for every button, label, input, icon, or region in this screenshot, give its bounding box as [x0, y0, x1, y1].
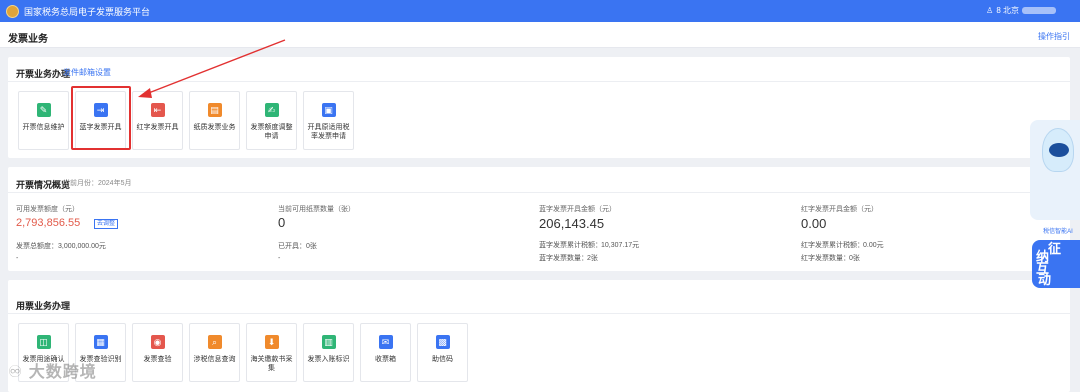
- tile-label: 海关缴款书采集: [250, 356, 293, 372]
- available-quota-label: 可用发票额度（元）: [16, 206, 79, 213]
- tile-receipt-box[interactable]: ✉ 收票箱: [360, 323, 411, 382]
- tile-label: 开票信息维护: [22, 124, 65, 131]
- qr-code-icon: ▩: [435, 335, 450, 349]
- tile-invoice-booking-mark[interactable]: ▥ 发票入账标识: [303, 323, 354, 382]
- current-period: 当前月份：2024年5月: [63, 180, 132, 187]
- paper-count-label: 当前可用纸票数量（张）: [278, 206, 355, 213]
- booking-icon: ▥: [321, 335, 336, 349]
- user-icon: ♙: [986, 6, 994, 15]
- tile-red-invoice-issue[interactable]: ⇤ 红字发票开具: [132, 91, 183, 150]
- issue-section-title: 开票业务办理: [16, 69, 71, 79]
- document-icon: ▣: [321, 103, 336, 117]
- paper-invoice-icon: ▤: [207, 103, 222, 117]
- watermark-text: 大数跨境: [28, 364, 97, 381]
- red-amount-label: 红字发票开具金额（元）: [801, 206, 878, 213]
- tile-label: 纸质发票业务: [193, 124, 236, 131]
- tile-customs-payment-collect[interactable]: ⬇ 海关缴款书采集: [246, 323, 297, 382]
- blue-tax-label: 蓝字发票累计税额：: [539, 242, 602, 249]
- identify-icon: ▦: [93, 335, 108, 349]
- red-tax-value: 0.00元: [863, 242, 884, 249]
- tile-label: 红字发票开具: [136, 124, 179, 131]
- tile-paper-invoice[interactable]: ▤ 纸质发票业务: [189, 91, 240, 150]
- watermark: ♾ 大数跨境: [8, 358, 97, 382]
- tile-invoice-info-maintenance[interactable]: ✎ 开票信息维护: [18, 91, 69, 150]
- divider: [8, 81, 1070, 82]
- blue-amount-value: 206,143.45: [539, 216, 605, 231]
- tile-label: 开具原适用税率发票申请: [307, 124, 350, 140]
- robot-mascot-icon: [1042, 128, 1074, 172]
- user-name: 8 北京: [996, 6, 1019, 15]
- invoice-red-icon: ⇤: [150, 103, 165, 117]
- tile-label: 发票查验: [143, 356, 172, 363]
- red-tax-label: 红字发票累计税额：: [801, 242, 864, 249]
- issued-label: 已开具：: [278, 243, 306, 250]
- overview-panel: 开票情况概览 当前月份：2024年5月 可用发票额度（元） 2,793,856.…: [8, 167, 1070, 271]
- col2-dash: -: [278, 255, 281, 262]
- tax-emblem-icon: [6, 4, 19, 18]
- tile-label: 发票入账标识: [307, 356, 350, 363]
- page-title: 发票业务: [8, 34, 48, 45]
- customs-icon: ⬇: [264, 335, 279, 349]
- issue-business-panel: 开票业务办理 发件邮箱设置 ✎ 开票信息维护 ⇥ 蓝字发票开具 ⇤ 红字发票开具…: [8, 57, 1070, 158]
- ticket-section-title: 用票业务办理: [16, 301, 71, 311]
- edit-icon: ✎: [36, 103, 51, 117]
- total-quota-label: 发票总额度：: [16, 243, 58, 250]
- tile-tax-info-query[interactable]: ⌕ 涉税信息查询: [189, 323, 240, 382]
- tile-quota-adjust[interactable]: ✍ 发票额度调整申请: [246, 91, 297, 150]
- available-quota-value: 2,793,856.55: [16, 217, 81, 229]
- overview-section-title: 开票情况概览: [16, 180, 71, 190]
- red-amount-value: 0.00: [801, 216, 827, 231]
- tile-label: 涉税信息查询: [193, 356, 236, 363]
- tile-original-rate-apply[interactable]: ▣ 开具原适用税率发票申请: [303, 91, 354, 150]
- blue-count-value: 2张: [587, 255, 598, 262]
- mail-settings-link[interactable]: 发件邮箱设置: [63, 67, 111, 78]
- check-icon: ◉: [150, 335, 165, 349]
- divider: [8, 192, 1070, 193]
- highlight-box: [71, 86, 131, 150]
- badge-char: 征: [1048, 241, 1062, 256]
- badge-char: 动: [1038, 272, 1052, 287]
- blue-amount-label: 蓝字发票开具金额（元）: [539, 206, 616, 213]
- red-count-label: 红字发票数量：: [801, 255, 850, 262]
- ticket-business-panel: 用票业务办理 ◫ 发票用途确认 ▦ 发票查验识别 ◉ 发票查验 ⌕ 涉税信息查询…: [8, 280, 1070, 392]
- assistant-caption: 税信智能AI: [1043, 229, 1073, 235]
- col1-dash: -: [16, 255, 19, 262]
- user-menu[interactable]: ♙ 8 北京: [986, 5, 1056, 16]
- blue-tax-value: 10,307.17元: [601, 242, 640, 249]
- tile-credit-code[interactable]: ▩ 助信码: [417, 323, 468, 382]
- total-quota-value: 3,000,000.00元: [58, 243, 106, 250]
- tile-label: 助信码: [432, 356, 453, 363]
- mail-icon: ✉: [378, 335, 393, 349]
- watermark-logo-icon: ♾: [8, 364, 29, 381]
- top-bar: 国家税务总局电子发票服务平台 ♙ 8 北京: [0, 0, 1080, 22]
- query-icon: ⌕: [207, 335, 222, 349]
- red-count-value: 0张: [849, 255, 860, 262]
- quota-adjust-icon: ✍: [264, 103, 279, 117]
- tile-label: 收票箱: [375, 356, 396, 363]
- confirm-icon: ◫: [36, 335, 51, 349]
- page-header: 发票业务 操作指引: [0, 22, 1080, 48]
- paper-count-value: 0: [278, 215, 286, 230]
- operation-guide-link[interactable]: 操作指引: [1038, 31, 1070, 42]
- user-name-redacted: [1022, 7, 1056, 14]
- divider: [8, 313, 1070, 314]
- issued-value: 0张: [306, 243, 317, 250]
- tax-interaction-badge[interactable]: 征 纳 互 动: [1032, 240, 1080, 288]
- tile-label: 发票额度调整申请: [250, 124, 293, 140]
- blue-count-label: 蓝字发票数量：: [539, 255, 588, 262]
- tile-invoice-check[interactable]: ◉ 发票查验: [132, 323, 183, 382]
- ai-assistant-float[interactable]: [1030, 120, 1080, 220]
- platform-title: 国家税务总局电子发票服务平台: [24, 6, 151, 17]
- adjust-quota-button[interactable]: 去调整: [94, 219, 119, 229]
